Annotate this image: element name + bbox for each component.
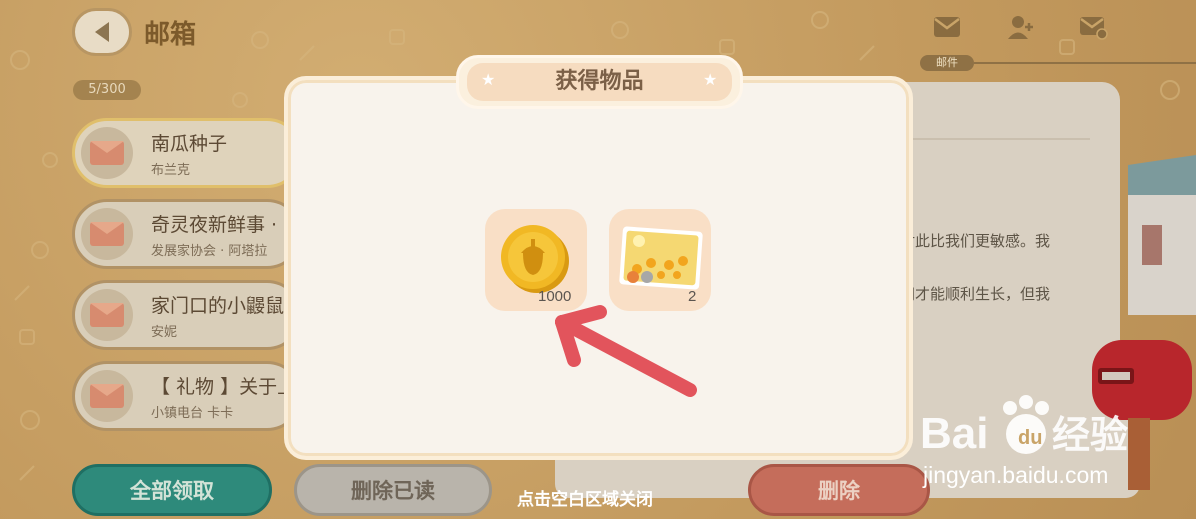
page-title: 邮箱 xyxy=(144,20,197,50)
mail-list: 南瓜种子 布兰克 奇灵夜新鲜事 · 发展家协会 · 阿塔拉 家门口的小鼹鼠 安妮… xyxy=(72,118,302,442)
house-decoration xyxy=(1128,155,1196,315)
back-arrow-icon xyxy=(95,22,109,42)
mail-item[interactable]: 【 礼物 】关于上 小镇电台 卡卡 xyxy=(72,361,302,431)
envelope-icon xyxy=(81,208,133,260)
add-friend-icon[interactable] xyxy=(1006,14,1036,40)
tab-mail-label[interactable]: 邮件 xyxy=(920,55,974,71)
svg-text:经验: 经验 xyxy=(1052,413,1128,457)
close-hint[interactable]: 点击空白区域关闭 xyxy=(517,485,653,510)
reward-item-postcard[interactable]: 2 xyxy=(609,209,711,311)
reward-item-coin[interactable]: 1000 xyxy=(485,209,587,311)
mail-settings-icon[interactable] xyxy=(1078,14,1108,40)
modal-header: ★ 获得物品 ★ xyxy=(456,55,743,109)
detail-divider xyxy=(900,138,1090,140)
mail-title: 奇灵夜新鲜事 · xyxy=(151,214,278,236)
mail-body-line: 对此比我们更敏感。我 xyxy=(900,232,1051,250)
mail-body-line: 间才能顺利生长，但我 xyxy=(900,285,1051,303)
mail-item[interactable]: 家门口的小鼹鼠 安妮 xyxy=(72,280,302,350)
mail-item[interactable]: 奇灵夜新鲜事 · 发展家协会 · 阿塔拉 xyxy=(72,199,302,269)
envelope-icon xyxy=(81,370,133,422)
mail-sender: 小镇电台 卡卡 xyxy=(151,406,234,421)
annotation-arrow-icon xyxy=(555,305,697,397)
acorn-coin-icon xyxy=(501,225,569,293)
mail-count-badge: 5/300 xyxy=(73,80,141,100)
mail-sender: 布兰克 xyxy=(151,163,191,178)
svg-text:du: du xyxy=(1018,427,1042,449)
modal-title: 获得物品 xyxy=(555,69,644,94)
mail-item[interactable]: 南瓜种子 布兰克 xyxy=(72,118,302,188)
claim-all-button[interactable]: 全部领取 xyxy=(72,464,272,516)
back-button[interactable] xyxy=(72,8,132,56)
mail-title: 南瓜种子 xyxy=(151,133,228,155)
tab-underline xyxy=(974,62,1196,64)
mail-title: 家门口的小鼹鼠 xyxy=(151,295,285,317)
svg-text:Bai: Bai xyxy=(920,409,988,458)
star-icon: ★ xyxy=(703,70,718,89)
mail-icon[interactable] xyxy=(932,14,962,40)
mail-title: 【 礼物 】关于上 xyxy=(151,376,297,398)
mail-sender: 发展家协会 · 阿塔拉 xyxy=(151,244,268,259)
watermark-url: jingyan.baidu.com xyxy=(923,462,1109,488)
sunflower-cats-postcard-icon xyxy=(619,226,703,290)
envelope-icon xyxy=(81,289,133,341)
delete-button[interactable]: 删除 xyxy=(748,464,930,516)
mail-sender: 安妮 xyxy=(151,325,178,340)
envelope-icon xyxy=(81,127,133,179)
delete-read-button[interactable]: 删除已读 xyxy=(294,464,492,516)
